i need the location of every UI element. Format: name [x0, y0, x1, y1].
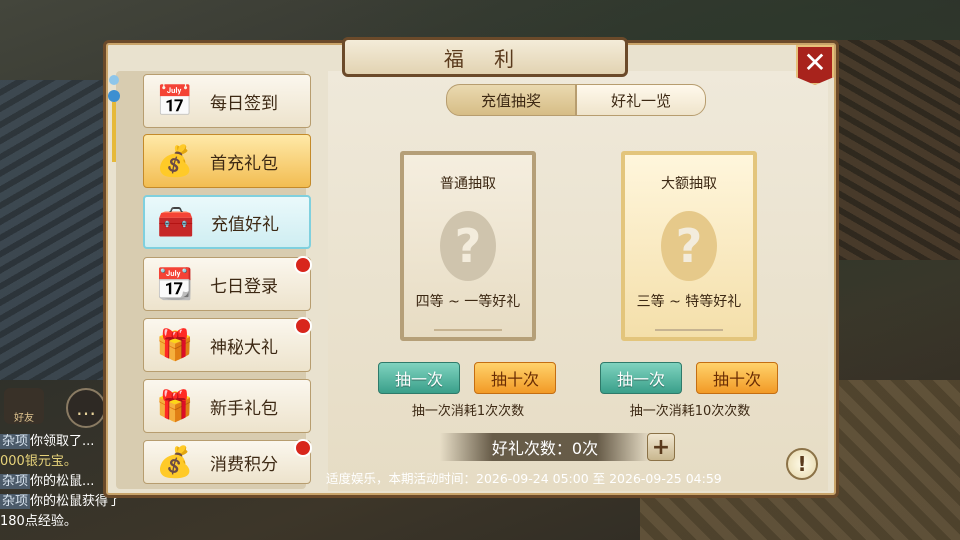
- chat-tag: 杂项: [0, 434, 31, 449]
- notification-dot: [294, 439, 312, 457]
- chat-text: 你的松鼠...: [30, 474, 95, 489]
- question-icon: ?: [440, 211, 496, 281]
- sidebar-item-spend-points[interactable]: 💰 消费积分: [143, 439, 312, 484]
- card-footer-ornament: [655, 319, 723, 331]
- calendar-7-icon: 📆: [156, 266, 194, 302]
- sidebar-item-label: 神秘大礼: [210, 337, 278, 358]
- calendar-30-icon: 📅: [156, 83, 194, 119]
- chat-text: 你领取了...: [30, 434, 95, 449]
- add-count-button[interactable]: +: [647, 433, 675, 461]
- normal-draw-ten-button[interactable]: 抽十次: [474, 362, 556, 394]
- sidebar-item-newbie-pack[interactable]: 🎁 新手礼包: [143, 379, 311, 433]
- sidebar-item-mystery-gift[interactable]: 🎁 神秘大礼: [143, 317, 312, 372]
- notification-dot: [294, 317, 312, 335]
- scene-roof-right: [820, 40, 960, 260]
- sidebar-item-label: 每日签到: [210, 93, 278, 114]
- card-title: 大额抽取: [661, 176, 717, 192]
- friend-label: 好友: [14, 413, 34, 424]
- sidebar-item-label: 新手礼包: [210, 398, 278, 419]
- sidebar-item-first-recharge[interactable]: 💰 首充礼包: [143, 134, 311, 188]
- sidebar-item-label: 首充礼包: [210, 153, 278, 174]
- chat-tag: 杂项: [0, 494, 31, 509]
- large-draw-card[interactable]: 大额抽取 ? 三等 ~ 特等好礼: [621, 151, 757, 341]
- large-draw-once-button[interactable]: 抽一次: [600, 362, 682, 394]
- tab-gift-overview[interactable]: 好礼一览: [576, 84, 706, 116]
- large-draw-ten-button[interactable]: 抽十次: [696, 362, 778, 394]
- sidebar-item-label: 消费积分: [210, 454, 278, 475]
- info-icon[interactable]: !: [786, 448, 818, 480]
- tab-bar: 充值抽奖 好礼一览: [446, 84, 706, 116]
- chat-line: 杂项 你的松鼠获得了180点经验。: [0, 492, 130, 532]
- card-title: 普通抽取: [440, 176, 496, 192]
- card-subtitle: 四等 ~ 一等好礼: [415, 294, 521, 310]
- normal-draw-card[interactable]: 普通抽取 ? 四等 ~ 一等好礼: [400, 151, 536, 341]
- large-draw-cost-note: 抽一次消耗10次次数: [629, 404, 751, 419]
- sidebar-item-label: 七日登录: [210, 276, 278, 297]
- treasure-chest-icon: 🧰: [157, 204, 195, 240]
- question-dragon-icon: ?: [661, 211, 717, 281]
- panel-title: 福 利: [342, 37, 628, 77]
- treasure-chest-gold-icon: 🎁: [156, 327, 194, 363]
- close-icon[interactable]: ✕: [796, 45, 834, 85]
- sidebar-item-seven-day-login[interactable]: 📆 七日登录: [143, 256, 312, 311]
- side-ornament-icon: [106, 72, 122, 168]
- normal-draw-cost-note: 抽一次消耗1次次数: [411, 404, 525, 419]
- gold-bag-icon: 💰: [156, 143, 194, 179]
- notification-dot: [294, 256, 312, 274]
- activity-time-notice: 适度娱乐，本期活动时间：2026-09-24 05:00 至 2026-09-2…: [326, 471, 722, 486]
- gift-count-display: 好礼次数：0次: [440, 433, 650, 461]
- card-footer-ornament: [434, 319, 502, 331]
- sidebar-item-label: 充值好礼: [211, 214, 279, 235]
- friend-button[interactable]: 好友: [4, 388, 44, 424]
- sidebar-item-daily-signin[interactable]: 📅 每日签到: [143, 74, 311, 128]
- tab-recharge-lottery[interactable]: 充值抽奖: [446, 84, 576, 116]
- chat-bubble-icon[interactable]: …: [66, 388, 106, 428]
- sidebar-item-recharge-gift[interactable]: 🧰 充值好礼: [143, 195, 311, 249]
- gold-ingot-icon: 💰: [156, 444, 194, 480]
- card-subtitle: 三等 ~ 特等好礼: [636, 294, 742, 310]
- gift-box-icon: 🎁: [156, 388, 194, 424]
- chat-tag: 杂项: [0, 474, 31, 489]
- chat-text: 000银元宝。: [0, 454, 77, 469]
- normal-draw-once-button[interactable]: 抽一次: [378, 362, 460, 394]
